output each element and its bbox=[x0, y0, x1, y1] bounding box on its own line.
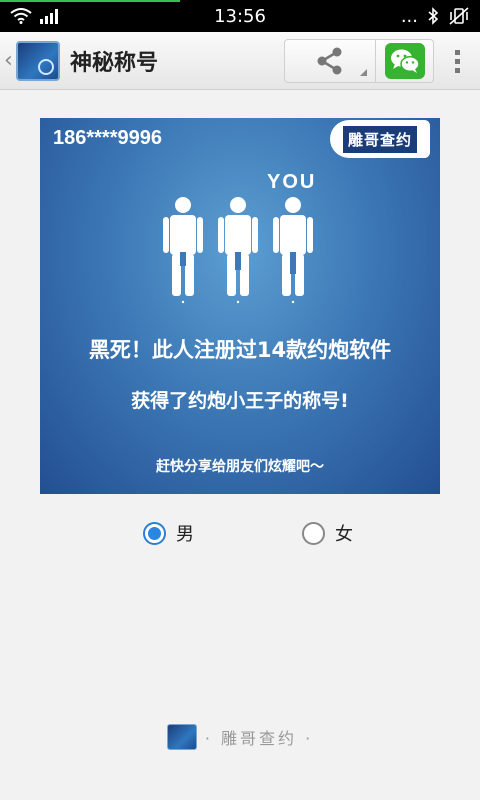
footer-text: · 雕哥查约 · bbox=[204, 729, 314, 748]
result-title: 获得了约炮小王子的称号! bbox=[131, 390, 349, 412]
three-men-figure-icon bbox=[163, 197, 313, 304]
app-bar: ‹ 神秘称号 bbox=[0, 32, 480, 90]
gender-radio-group: 男 女 bbox=[0, 520, 480, 550]
signal-icon bbox=[40, 9, 58, 24]
wifi-icon bbox=[10, 8, 32, 24]
brand-badge-text: 雕哥查约 bbox=[342, 125, 417, 153]
bluetooth-icon bbox=[428, 7, 439, 25]
wechat-icon bbox=[384, 43, 425, 79]
footer-logo bbox=[166, 724, 197, 750]
gender-radio-male[interactable]: 男 bbox=[143, 520, 194, 546]
gender-male-label: 男 bbox=[176, 524, 194, 545]
share-button[interactable] bbox=[284, 39, 376, 83]
status-bar: 13:56 ... bbox=[0, 0, 480, 32]
vibrate-off-icon bbox=[449, 7, 469, 25]
you-label: YOU bbox=[267, 171, 317, 193]
footer: · 雕哥查约 · bbox=[0, 724, 480, 750]
radio-unchecked-icon bbox=[302, 521, 325, 545]
page-title: 神秘称号 bbox=[70, 50, 159, 76]
gender-female-label: 女 bbox=[335, 524, 353, 545]
share-prompt: 赶快分享给朋友们炫耀吧～ bbox=[156, 459, 324, 475]
progress-line bbox=[0, 0, 180, 2]
back-chevron-icon: ‹ bbox=[4, 48, 13, 73]
brand-badge: 雕哥查约 bbox=[330, 120, 430, 158]
phone-number: 186****9996 bbox=[53, 127, 162, 149]
share-icon bbox=[317, 47, 342, 75]
back-button[interactable]: ‹ bbox=[0, 32, 60, 89]
overflow-menu-button[interactable] bbox=[434, 39, 480, 83]
result-headline: 黑死！此人注册过14款约炮软件 bbox=[88, 338, 392, 362]
result-card: 186****9996 雕哥查约 YOU 黑死！此人注册过14款约炮软件 获得了… bbox=[40, 118, 440, 494]
notification-dots: ... bbox=[400, 5, 418, 27]
wechat-share-button[interactable] bbox=[376, 39, 434, 83]
gender-radio-female[interactable]: 女 bbox=[302, 520, 353, 546]
app-logo bbox=[16, 40, 60, 81]
radio-checked-icon bbox=[143, 521, 166, 545]
overflow-menu-icon bbox=[454, 49, 460, 73]
